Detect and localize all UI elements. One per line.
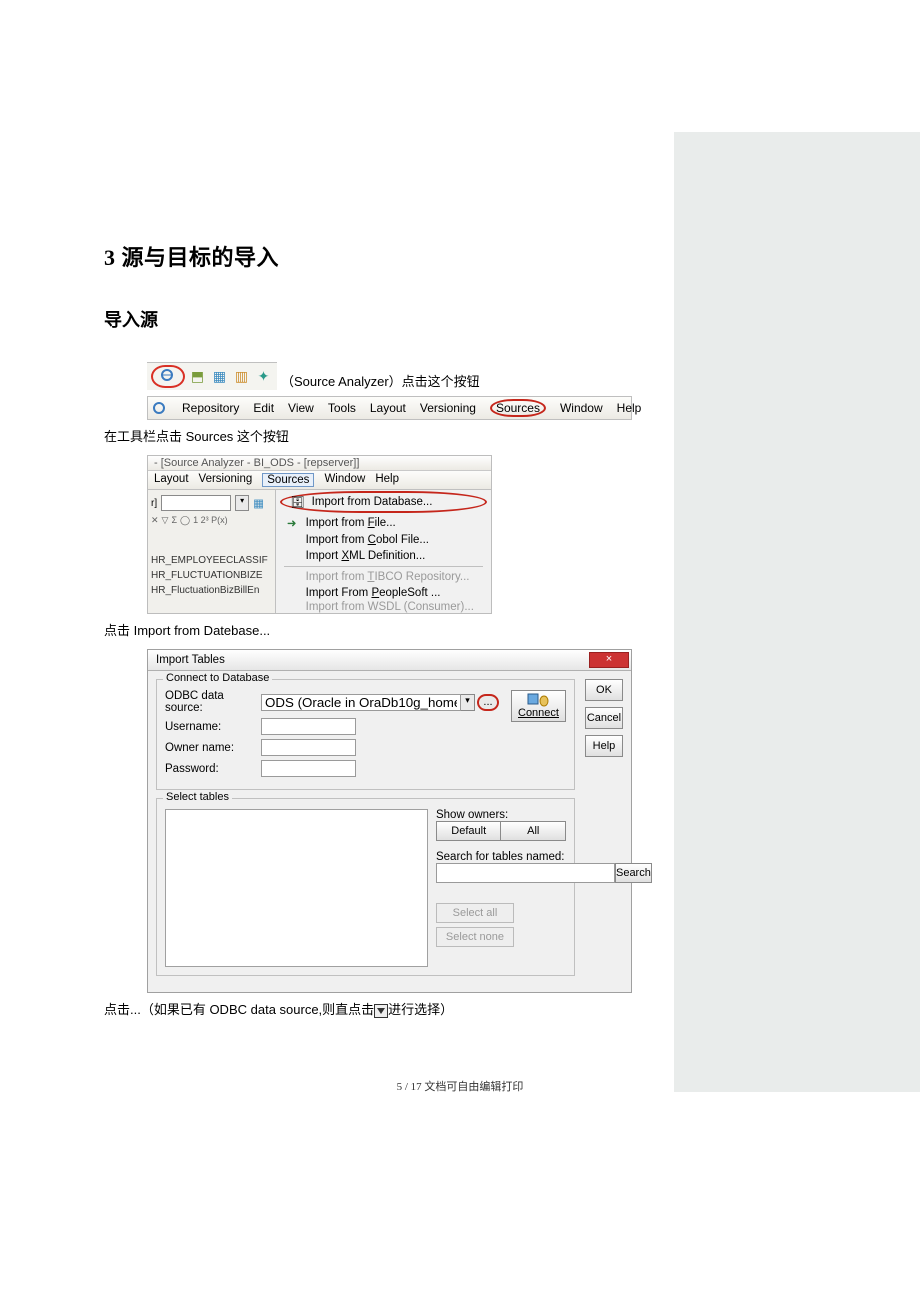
window-titlebar: - [Source Analyzer - BI_ODS - [repserver… [148, 456, 491, 471]
heading-2: 导入源 [104, 306, 674, 332]
owner-label: Owner name: [165, 742, 261, 754]
tool-icon-4[interactable]: ◯ [180, 515, 190, 526]
database-icon: 🗄 [290, 495, 306, 509]
connect-button[interactable]: Connect [511, 690, 566, 722]
odbc-label: ODBC data source: [165, 690, 261, 714]
all-button[interactable]: All [500, 821, 566, 841]
username-input[interactable] [261, 718, 356, 735]
import-from-wsdl: Import from WSDL (Consumer)... [276, 601, 491, 613]
menu-repository[interactable]: Repository [182, 401, 239, 415]
menu-label: Import from Cobol File... [306, 534, 429, 546]
combo-dropdown-button[interactable]: ▾ [235, 495, 249, 511]
toolbar-figure-1: ⬒ ▦ ▥ ✦ [147, 362, 277, 390]
mapplet-designer-icon: ▥ [232, 367, 251, 387]
sources-dropdown-figure: - [Source Analyzer - BI_ODS - [repserver… [147, 455, 492, 614]
combo-text: r] [151, 498, 157, 509]
tables-list[interactable] [165, 809, 428, 967]
menu-separator [284, 566, 483, 567]
menu-tools[interactable]: Tools [328, 401, 356, 415]
dialog-title: Import Tables [156, 654, 225, 666]
source-analyzer-icon [151, 365, 185, 388]
menu-help-2[interactable]: Help [375, 473, 399, 487]
owner-input[interactable] [261, 739, 356, 756]
menu-sources[interactable]: Sources [490, 399, 546, 417]
menu-view[interactable]: View [288, 401, 314, 415]
menu-label: Import from TIBCO Repository... [306, 571, 470, 583]
menu-versioning[interactable]: Versioning [420, 401, 476, 415]
search-tables-input[interactable] [436, 863, 615, 883]
group-legend: Connect to Database [163, 672, 272, 684]
list-item[interactable]: HR_FluctuationBizBillEn [151, 585, 272, 600]
caption-3: 点击 Import from Datebase... [104, 620, 674, 639]
sigma-icon[interactable]: Σ [171, 515, 177, 525]
app-icon [152, 398, 168, 418]
tool-icon-1[interactable]: ✕ [151, 515, 159, 526]
heading-1: 3 源与目标的导入 [104, 240, 674, 272]
odbc-dropdown-button[interactable]: ▾ [461, 694, 475, 711]
combo-box[interactable] [161, 495, 231, 511]
mapping-designer-icon: ▦ [210, 367, 229, 387]
close-button[interactable]: × [589, 652, 629, 668]
grid-icon[interactable]: ▦ [253, 496, 264, 510]
select-all-button: Select all [436, 903, 514, 923]
select-tables-group: Select tables Show owners: Default All S… [156, 798, 575, 976]
odbc-input[interactable] [261, 694, 461, 711]
warehouse-designer-icon: ⬒ [188, 367, 207, 387]
menu-label: Import from WSDL (Consumer)... [306, 601, 474, 613]
odbc-browse-button[interactable]: ... [477, 694, 499, 711]
import-from-tibco: Import from TIBCO Repository... [276, 569, 491, 585]
connect-database-group: Connect to Database ODBC data source: ▾ … [156, 679, 575, 790]
list-item[interactable]: HR_FLUCTUATIONBIZE [151, 570, 272, 585]
select-none-button: Select none [436, 927, 514, 947]
import-from-database[interactable]: 🗄 Import from Database... [280, 491, 487, 513]
file-icon: ➜ [284, 516, 300, 530]
menu-sources-2[interactable]: Sources [262, 473, 314, 487]
import-tables-dialog: Import Tables × Connect to Database ODBC… [147, 649, 632, 993]
list-item[interactable]: HR_EMPLOYEECLASSIF [151, 555, 272, 570]
menu-label: Import from Database... [312, 496, 433, 508]
import-from-cobol[interactable]: Import from Cobol File... [276, 532, 491, 548]
expression-text: 1 2³ P(x) [193, 515, 228, 525]
menu-edit[interactable]: Edit [253, 401, 274, 415]
ok-button[interactable]: OK [585, 679, 623, 701]
window-menubar: Layout Versioning Sources Window Help [148, 471, 491, 490]
group-legend-2: Select tables [163, 791, 232, 803]
help-button[interactable]: Help [585, 735, 623, 757]
dropdown-icon [374, 1004, 388, 1018]
caption-2: 在工具栏点击 Sources 这个按钮 [104, 426, 674, 445]
menu-label: Import from File... [306, 517, 396, 529]
default-button[interactable]: Default [436, 821, 501, 841]
transformation-developer-icon: ✦ [254, 367, 273, 387]
page-sidebar-gray [674, 132, 920, 1092]
caption-4: 点击...（如果已有 ODBC data source,则直点击进行选择） [104, 999, 674, 1018]
menu-help[interactable]: Help [617, 401, 642, 415]
import-from-file[interactable]: ➜ Import from File... [276, 514, 491, 532]
menu-versioning-2[interactable]: Versioning [199, 473, 253, 487]
cancel-button[interactable]: Cancel [585, 707, 623, 729]
username-label: Username: [165, 721, 261, 733]
menu-label: Import From PeopleSoft ... [306, 587, 441, 599]
show-owners-label: Show owners: [436, 809, 566, 821]
search-button[interactable]: Search [615, 863, 652, 883]
menu-layout-2[interactable]: Layout [154, 473, 189, 487]
sources-dropdown-menu: 🗄 Import from Database... ➜ Import from … [275, 490, 491, 613]
menu-layout[interactable]: Layout [370, 401, 406, 415]
password-input[interactable] [261, 760, 356, 777]
search-tables-label: Search for tables named: [436, 851, 566, 863]
menu-window-2[interactable]: Window [324, 473, 365, 487]
menu-window[interactable]: Window [560, 401, 603, 415]
menu-label: Import XML Definition... [306, 550, 426, 562]
page-footer: 5 / 17 文档可自由编辑打印 [0, 1078, 920, 1094]
caption-1: （Source Analyzer）点击这个按钮 [281, 371, 480, 390]
import-from-peoplesoft[interactable]: Import From PeopleSoft ... [276, 585, 491, 601]
filter-icon[interactable]: ▽ [162, 515, 169, 526]
import-xml-definition[interactable]: Import XML Definition... [276, 548, 491, 564]
content-column: 3 源与目标的导入 导入源 ⬒ ▦ ▥ ✦ （Source Analyzer）点… [104, 240, 674, 1028]
password-label: Password: [165, 763, 261, 775]
menubar-figure-2: Repository Edit View Tools Layout Versio… [147, 396, 632, 420]
